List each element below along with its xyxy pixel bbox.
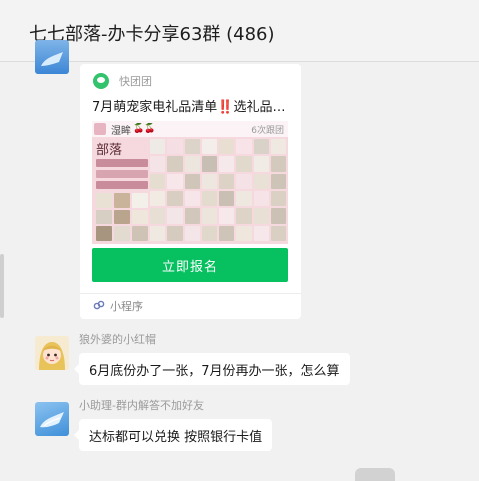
sender-name: 狼外婆的小红帽 — [79, 333, 156, 346]
girl-avatar-icon — [35, 336, 69, 370]
preview-strip — [96, 159, 148, 167]
register-button[interactable]: 立即报名 — [92, 248, 288, 282]
kuaituantuan-logo-icon — [93, 73, 109, 89]
mini-program-icon — [93, 299, 105, 314]
avatar[interactable] — [35, 402, 69, 436]
avatar[interactable] — [35, 40, 69, 74]
message-bubble[interactable]: 达标都可以兑换 按照银行卡值 — [73, 419, 273, 451]
mini-program-footer-label: 小程序 — [110, 300, 143, 313]
mini-program-title: 7月萌宠家电礼品清单‼️选礼品… — [92, 100, 286, 115]
chat-header: 七七部落-办卡分享63群 (486) — [0, 0, 479, 62]
preview-strip — [96, 181, 148, 189]
sender-name: 小助理-群内解答不加好友 — [79, 399, 204, 412]
mini-program-preview-image: 湿眸 🍒🍒 6次跟团 部落 — [92, 121, 288, 244]
preview-cherry-emoji: 🍒🍒 — [133, 124, 156, 134]
mini-program-source-name: 快团团 — [119, 75, 152, 88]
helper-avatar-icon — [41, 52, 63, 66]
message-scrollbar-track[interactable] — [0, 62, 4, 481]
new-message-indicator[interactable] — [355, 468, 395, 481]
preview-product-grid-left — [96, 193, 148, 241]
mini-program-footer: 小程序 — [93, 298, 143, 314]
mini-program-source: 快团团 — [93, 72, 152, 90]
avatar[interactable] — [35, 336, 69, 370]
preview-header: 湿眸 🍒🍒 6次跟团 — [92, 121, 288, 137]
mini-program-divider — [80, 293, 301, 294]
preview-brand-text: 部落 — [96, 143, 123, 158]
preview-strip — [96, 170, 148, 178]
helper-avatar-icon — [40, 412, 64, 428]
mini-program-card[interactable]: 快团团 7月萌宠家电礼品清单‼️选礼品… 湿眸 🍒🍒 6次跟团 部落 立即报名 — [80, 64, 301, 319]
preview-user-name: 湿眸 — [111, 125, 131, 137]
message-bubble[interactable]: 6月底份办了一张，7月份再办一张，怎么算 — [74, 353, 350, 385]
preview-user-thumb — [94, 123, 106, 135]
preview-follow-count: 6次跟团 — [251, 126, 284, 136]
preview-product-grid — [150, 139, 286, 241]
message-scrollbar-thumb[interactable] — [0, 254, 4, 318]
